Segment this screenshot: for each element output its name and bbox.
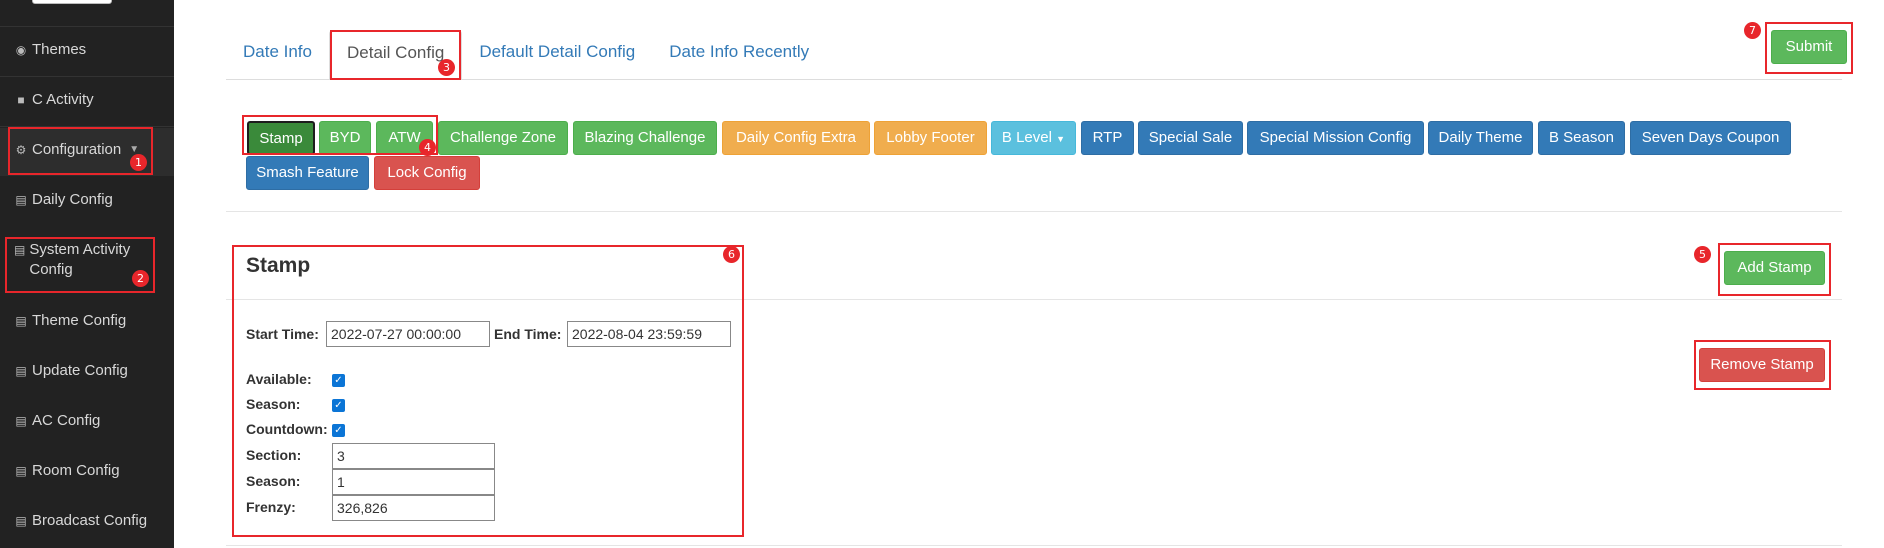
sidebar-item-label: Daily Config [32,191,113,208]
tab-bar: Date Info Detail Config Default Detail C… [226,30,826,80]
season-label: Season: [246,473,301,489]
seven-days-coupon-button[interactable]: Seven Days Coupon [1630,121,1791,155]
divider [226,545,1842,546]
end-time-label: End Time: [494,326,562,342]
challenge-zone-button[interactable]: Challenge Zone [438,121,568,155]
annotation-badge: 3 [438,59,455,76]
gamepad-icon: ◉ [15,43,27,57]
smash-feature-button[interactable]: Smash Feature [246,156,369,190]
sidebar-item-themes[interactable]: ◉ Themes [0,40,174,60]
countdown-checkbox[interactable]: ✓ [332,424,345,437]
season-check-label: Season: [246,396,301,412]
countdown-label: Countdown: [246,421,328,437]
list-icon: ▤ [15,364,27,378]
b-level-dropdown[interactable]: B Level ▼ [991,121,1076,155]
sidebar-item-ac-config[interactable]: ▤ AC Config [0,411,174,431]
divider [226,299,1842,300]
available-label: Available: [246,371,312,387]
special-mission-config-button[interactable]: Special Mission Config [1247,121,1424,155]
sidebar-item-configuration[interactable]: ⚙ Configuration ▼ [0,128,174,176]
b-level-label: B Level [1001,129,1052,146]
sidebar-item-label: Room Config [32,462,120,479]
byd-button[interactable]: BYD [319,121,371,155]
special-sale-button[interactable]: Special Sale [1138,121,1243,155]
tab-date-info-recently[interactable]: Date Info Recently [652,30,826,80]
sidebar-item-label: Configuration [32,141,122,158]
lobby-footer-button[interactable]: Lobby Footer [874,121,987,155]
daily-theme-button[interactable]: Daily Theme [1428,121,1533,155]
sidebar-item-update-config[interactable]: ▤ Update Config [0,361,174,381]
sidebar-item-system-activity-config[interactable]: ▤ System Activity Config [0,240,150,280]
tab-divider [226,79,1842,80]
lock-config-button[interactable]: Lock Config [374,156,480,190]
frenzy-label: Frenzy: [246,499,296,515]
sidebar-item-broadcast-config[interactable]: ▤ Broadcast Config [0,511,174,531]
gear-icon: ⚙ [15,143,27,157]
start-time-label: Start Time: [246,326,319,342]
rtp-button[interactable]: RTP [1081,121,1134,155]
blazing-challenge-button[interactable]: Blazing Challenge [573,121,717,155]
stamp-button[interactable]: Stamp [247,121,315,155]
sidebar-item-c-activity[interactable]: ■ C Activity [0,90,174,110]
remove-stamp-button[interactable]: Remove Stamp [1699,348,1825,382]
daily-config-extra-button[interactable]: Daily Config Extra [722,121,870,155]
end-time-input[interactable] [567,321,731,347]
add-stamp-button[interactable]: Add Stamp [1724,251,1825,285]
list-icon: ▤ [14,243,26,257]
sidebar-item-label: Broadcast Config [32,512,148,529]
submit-button[interactable]: Submit [1771,30,1847,64]
sidebar-top-button[interactable] [32,0,112,4]
section-input[interactable] [332,443,495,469]
divider [226,211,1842,212]
sidebar-item-label: Themes [32,41,87,58]
book-icon: ■ [17,93,25,107]
season-checkbox[interactable]: ✓ [332,399,345,412]
section-label: Section: [246,447,302,463]
frenzy-input[interactable] [332,495,495,521]
sidebar-item-label: Theme Config [32,312,127,329]
tab-date-info[interactable]: Date Info [226,30,329,80]
list-icon: ▤ [15,314,27,328]
caret-down-icon: ▼ [1056,134,1066,144]
list-icon: ▤ [15,414,27,428]
list-icon: ▤ [15,193,27,207]
season-input[interactable] [332,469,495,495]
annotation-badge: 6 [723,246,740,263]
sidebar-item-daily-config[interactable]: ▤ Daily Config [0,190,174,210]
annotation-badge: 4 [419,139,436,156]
annotation-badge: 1 [130,154,147,171]
annotation-badge: 2 [132,270,149,287]
list-icon: ▤ [15,514,27,528]
annotation-badge: 5 [1694,246,1711,263]
divider [0,126,174,127]
tab-default-detail-config[interactable]: Default Detail Config [462,30,652,80]
sidebar-item-theme-config[interactable]: ▤ Theme Config [0,311,174,331]
list-icon: ▤ [15,464,27,478]
available-checkbox[interactable]: ✓ [332,374,345,387]
sidebar-item-label: C Activity [32,91,94,108]
divider [0,76,174,77]
annotation-badge: 7 [1744,22,1761,39]
sidebar-item-label: Update Config [32,362,128,379]
b-season-button[interactable]: B Season [1538,121,1625,155]
divider [0,26,174,27]
sidebar-item-room-config[interactable]: ▤ Room Config [0,461,174,481]
sidebar-item-label: AC Config [32,412,101,429]
start-time-input[interactable] [326,321,490,347]
stamp-panel-title: Stamp [246,254,311,277]
